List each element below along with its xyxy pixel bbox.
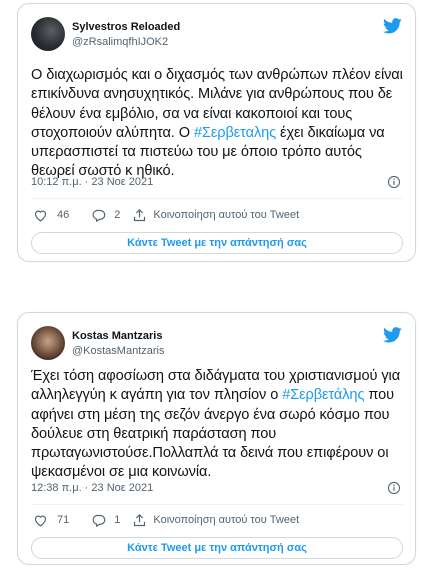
author-handle[interactable]: @zRsalimqfhIJOK2 <box>72 35 180 49</box>
tweet-header: Sylvestros Reloaded @zRsalimqfhIJOK2 <box>31 15 403 55</box>
tweet-header: Kostas Mantzaris @KostasMantzaris <box>31 324 403 364</box>
tweet-text: Έχει τόση αφοσίωση στα διδάγματα του χρι… <box>31 367 403 483</box>
info-icon[interactable] <box>387 175 401 189</box>
avatar[interactable] <box>31 326 65 360</box>
tweet-actions: 71 1 Κοινοποίηση αυτού του Tweet <box>31 511 403 529</box>
tweet-text: Ο διαχωρισμός και ο διχασμός των ανθρώπω… <box>31 66 403 182</box>
tweet-timestamp[interactable]: 12:38 π.μ. · 23 Νοε 2021 <box>31 482 153 494</box>
heart-icon <box>34 515 47 527</box>
info-icon[interactable] <box>387 481 401 495</box>
share-button[interactable]: Κοινοποίηση αυτού του Tweet <box>132 208 299 223</box>
twitter-bird-icon[interactable] <box>383 18 402 34</box>
divider <box>31 504 403 505</box>
reply-count: 2 <box>114 209 121 221</box>
reply-button[interactable]: 2 <box>91 208 120 223</box>
share-icon <box>134 208 146 221</box>
tweet-actions: 46 2 Κοινοποίηση αυτού του Tweet <box>31 206 403 224</box>
tweet-timestamp[interactable]: 10:12 π.μ. · 23 Νοε 2021 <box>31 176 153 188</box>
like-button[interactable]: 46 <box>33 208 69 223</box>
author-info[interactable]: Kostas Mantzaris @KostasMantzaris <box>72 329 164 358</box>
author-info[interactable]: Sylvestros Reloaded @zRsalimqfhIJOK2 <box>72 20 180 49</box>
reply-bubble-icon <box>92 514 106 527</box>
like-count: 46 <box>57 209 70 221</box>
author-name[interactable]: Sylvestros Reloaded <box>72 20 180 34</box>
hashtag-link[interactable]: #Σερβετάλης <box>282 387 364 403</box>
like-count: 71 <box>57 514 70 526</box>
share-button[interactable]: Κοινοποίηση αυτού του Tweet <box>132 513 299 528</box>
tweet-reply-button[interactable]: Κάντε Tweet με την απάντησή σας <box>31 232 403 254</box>
tweet-reply-button[interactable]: Κάντε Tweet με την απάντησή σας <box>31 537 403 559</box>
like-button[interactable]: 71 <box>33 513 69 528</box>
author-name[interactable]: Kostas Mantzaris <box>72 329 164 343</box>
tweet-card[interactable]: Kostas Mantzaris @KostasMantzaris Έχει τ… <box>17 312 416 565</box>
twitter-bird-icon[interactable] <box>383 327 402 343</box>
share-label: Κοινοποίηση αυτού του Tweet <box>153 514 300 526</box>
reply-count: 1 <box>114 514 121 526</box>
reply-button[interactable]: 1 <box>91 513 120 528</box>
heart-icon <box>34 210 47 222</box>
avatar[interactable] <box>31 17 65 51</box>
share-label: Κοινοποίηση αυτού του Tweet <box>153 209 300 221</box>
tweet-timestamp-row: 12:38 π.μ. · 23 Νοε 2021 <box>31 481 403 495</box>
share-icon <box>134 513 146 526</box>
tweet-timestamp-row: 10:12 π.μ. · 23 Νοε 2021 <box>31 175 403 189</box>
tweet-card[interactable]: Sylvestros Reloaded @zRsalimqfhIJOK2 Ο δ… <box>17 3 416 262</box>
divider <box>31 198 403 199</box>
reply-bubble-icon <box>92 209 106 222</box>
author-handle[interactable]: @KostasMantzaris <box>72 344 164 358</box>
hashtag-link[interactable]: #Σερβεταλης <box>194 125 276 141</box>
